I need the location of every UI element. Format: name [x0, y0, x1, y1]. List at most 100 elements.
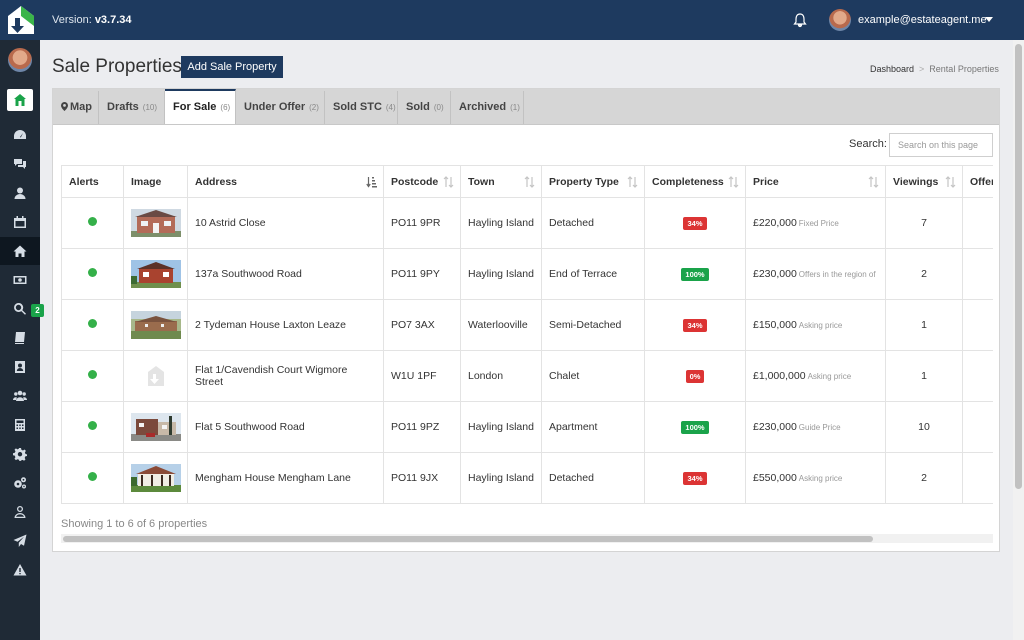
user-email[interactable]: example@estateagent.me	[858, 14, 987, 26]
sidebar-item-team[interactable]	[0, 382, 40, 410]
sidebar-item-calculator[interactable]	[0, 411, 40, 439]
image-cell[interactable]	[123, 299, 188, 351]
address-cell[interactable]: 137a Southwood Road	[187, 248, 384, 300]
bell-icon[interactable]	[792, 12, 808, 28]
address-cell[interactable]: Flat 1/Cavendish Court Wigmore Street	[187, 350, 384, 402]
user-outline-icon	[14, 506, 26, 518]
users-icon	[13, 390, 27, 401]
tab-under-offer[interactable]: Under Offer (2)	[236, 91, 325, 124]
search-input[interactable]	[889, 133, 993, 157]
sidebar-item-estate-home[interactable]	[7, 89, 33, 111]
sidebar-item-finance[interactable]	[0, 266, 40, 294]
address-cell[interactable]: 10 Astrid Close	[187, 197, 384, 249]
completeness-badge: 34%	[683, 318, 707, 332]
tab-count: (6)	[220, 103, 231, 112]
tab-map[interactable]: Map	[53, 91, 99, 124]
sidebar-item-settings[interactable]	[0, 440, 40, 468]
tab-label: Archived	[459, 101, 507, 113]
page-scrollbar-thumb[interactable]	[1015, 44, 1022, 489]
tab-drafts[interactable]: Drafts (10)	[99, 91, 165, 124]
town-cell: London	[460, 350, 542, 402]
image-cell[interactable]	[123, 350, 188, 402]
table-row[interactable]: 10 Astrid Close PO11 9PR Hayling Island Det…	[61, 197, 993, 249]
column-header-viewings[interactable]: Viewings	[885, 165, 963, 198]
tab-sold-stc[interactable]: Sold STC (4)	[325, 91, 398, 124]
property-thumbnail[interactable]	[131, 362, 181, 390]
sidebar-item-address-book[interactable]	[0, 353, 40, 381]
sort-icon[interactable]	[443, 176, 454, 188]
tab-count: (2)	[309, 103, 319, 112]
alert-status-dot	[88, 268, 97, 277]
sort-icon[interactable]	[524, 176, 535, 188]
property-thumbnail[interactable]	[131, 311, 181, 339]
price-qualifier: Asking price	[798, 321, 843, 330]
user-avatar[interactable]	[829, 9, 851, 31]
address-cell[interactable]: Flat 5 Southwood Road	[187, 401, 384, 453]
sort-icon[interactable]	[627, 176, 638, 188]
sidebar-item-contacts[interactable]	[0, 179, 40, 207]
property-thumbnail[interactable]	[131, 260, 181, 288]
property-thumbnail[interactable]	[131, 209, 181, 237]
sidebar-item-messages[interactable]	[0, 150, 40, 178]
search-icon	[14, 302, 26, 315]
sidebar-avatar[interactable]	[8, 48, 32, 72]
user-icon	[14, 187, 26, 199]
sort-icon[interactable]	[868, 176, 879, 188]
price-qualifier: Offers in the region of	[798, 270, 876, 279]
table-row[interactable]: Mengham House Mengham Lane PO11 9JX Haylin…	[61, 452, 993, 504]
column-header-address[interactable]: Address	[187, 165, 384, 198]
image-cell[interactable]	[123, 401, 188, 453]
tab-sold[interactable]: Sold (0)	[398, 91, 451, 124]
warning-icon	[13, 564, 27, 576]
chevron-down-icon[interactable]	[985, 17, 993, 22]
image-cell[interactable]	[123, 452, 188, 504]
table-row[interactable]: 2 Tydeman House Laxton Leaze PO7 3AX Water…	[61, 299, 993, 351]
column-header-completeness[interactable]: Completeness	[644, 165, 746, 198]
column-header-postcode[interactable]: Postcode	[383, 165, 461, 198]
tab-label: Drafts	[107, 101, 139, 113]
sidebar-item-account[interactable]	[0, 498, 40, 526]
table-row[interactable]: Flat 5 Southwood Road PO11 9PZ Hayling Isl…	[61, 401, 993, 453]
map-marker-icon	[61, 102, 68, 111]
search-label: Search:	[849, 138, 887, 150]
completeness-cell: 34%	[644, 299, 746, 351]
address-cell[interactable]: Mengham House Mengham Lane	[187, 452, 384, 504]
breadcrumb-dashboard[interactable]: Dashboard	[870, 64, 914, 74]
column-header-town[interactable]: Town	[460, 165, 542, 198]
sidebar-item-library[interactable]	[0, 324, 40, 352]
image-cell[interactable]	[123, 248, 188, 300]
tab-for-sale[interactable]: For Sale (6)	[165, 89, 236, 124]
sidebar-item-configuration[interactable]	[0, 469, 40, 497]
calculator-icon	[15, 419, 25, 431]
column-header-offers[interactable]: Offer	[962, 165, 993, 198]
tab-archived[interactable]: Archived (1)	[451, 91, 524, 124]
app-logo[interactable]	[6, 4, 36, 36]
property-type-cell: Detached	[541, 452, 645, 504]
offers-cell: 0	[962, 452, 993, 504]
property-thumbnail[interactable]	[131, 413, 181, 441]
table-scrollbar-thumb[interactable]	[63, 536, 873, 542]
column-header-property-type[interactable]: Property Type	[541, 165, 645, 198]
sort-icon[interactable]	[945, 176, 956, 188]
table-horizontal-scrollbar[interactable]	[61, 534, 993, 543]
tab-count: (4)	[385, 103, 396, 112]
address-cell[interactable]: 2 Tydeman House Laxton Leaze	[187, 299, 384, 351]
table-row[interactable]: Flat 1/Cavendish Court Wigmore Street W1U…	[61, 350, 993, 402]
sort-icon[interactable]	[728, 176, 739, 188]
sort-ascending-icon[interactable]	[366, 176, 377, 188]
image-cell[interactable]	[123, 197, 188, 249]
money-icon	[13, 276, 27, 284]
completeness-badge: 34%	[683, 471, 707, 485]
viewings-cell: 2	[885, 248, 963, 300]
add-sale-property-button[interactable]: Add Sale Property	[181, 56, 283, 78]
sidebar-item-properties[interactable]	[0, 237, 40, 265]
sidebar-item-dashboard[interactable]	[0, 121, 40, 149]
table-row[interactable]: 137a Southwood Road PO11 9PY Hayling Islan…	[61, 248, 993, 300]
property-thumbnail[interactable]	[131, 464, 181, 492]
property-type-cell: Detached	[541, 197, 645, 249]
page-scrollbar[interactable]	[1013, 40, 1024, 640]
sidebar-item-alerts[interactable]	[0, 556, 40, 584]
column-header-price[interactable]: Price	[745, 165, 886, 198]
sidebar-item-send[interactable]	[0, 527, 40, 555]
sidebar-item-calendar[interactable]	[0, 208, 40, 236]
